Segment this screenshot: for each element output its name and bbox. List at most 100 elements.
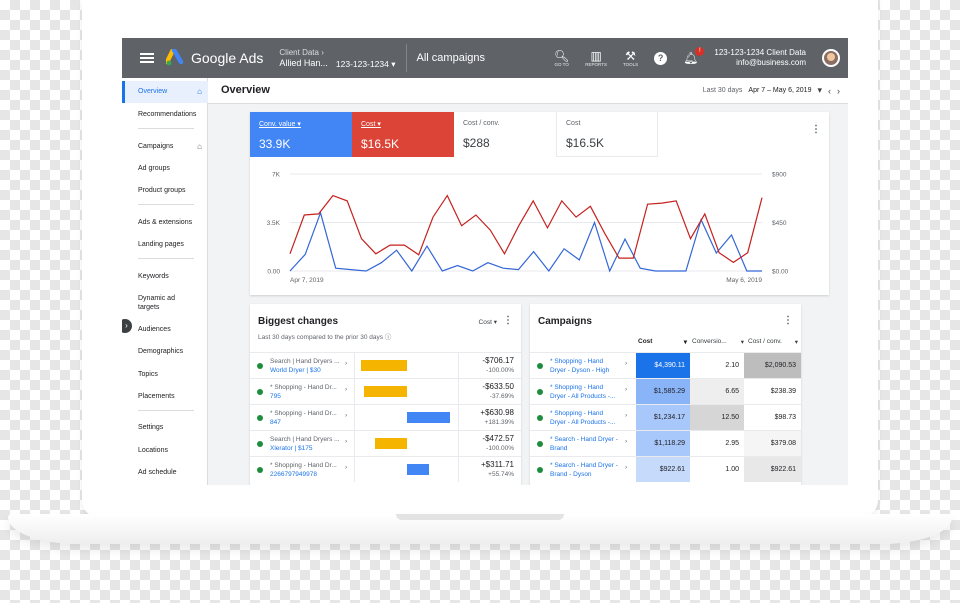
sidebar-item-ads-extensions[interactable]: Ads & extensions — [122, 218, 208, 227]
sidebar-item-label: Settings — [138, 424, 164, 431]
reports-button[interactable]: ▥ REPORTS — [585, 50, 607, 67]
campaign-name-link[interactable]: * Search - Hand Dryer - Brand - Dyson — [550, 461, 630, 479]
column-header-cost-per-conv[interactable]: Cost / conv. ▾ — [748, 338, 801, 352]
metric-card-cost-2[interactable]: Cost $16.5K — [556, 112, 658, 157]
campaign-name-line1: * Shopping - Hand — [550, 358, 604, 365]
date-range-value[interactable]: Apr 7 – May 6, 2019 — [748, 87, 811, 94]
sidebar-item-campaigns[interactable]: Campaigns ⌂ — [122, 142, 208, 151]
chevron-right-icon[interactable]: › — [625, 412, 627, 419]
row-name: * Shopping - Hand Dr... 2266797949978 — [270, 461, 350, 479]
campaign-name-link[interactable]: * Shopping - Hand Dryer - All Products -.… — [550, 409, 630, 427]
table-row[interactable]: * Shopping - Hand Dryer - Dyson - High › $4… — [530, 352, 801, 378]
chevron-right-icon[interactable]: › — [625, 386, 627, 393]
sidebar-item-locations[interactable]: Locations — [122, 446, 208, 455]
menu-icon[interactable] — [140, 53, 154, 63]
sidebar-item-overview[interactable]: Overview ⌂ — [122, 81, 208, 103]
sidebar-item-product-groups[interactable]: Product groups — [122, 186, 208, 195]
sidebar-item-label: Landing pages — [138, 241, 184, 248]
chevron-right-icon[interactable]: › — [345, 438, 347, 445]
biggest-changes-card: Biggest changes Last 30 days compared to… — [250, 304, 521, 485]
table-row[interactable]: * Shopping - Hand Dr... 2266797949978 › +$3… — [250, 456, 521, 482]
account-selector[interactable]: Client Data › Allied Han... 123-123-1234… — [279, 47, 395, 70]
row-name-link[interactable]: 847 — [270, 418, 350, 427]
sidebar: Overview ⌂ Recommendations Campaigns ⌂ Ad … — [122, 78, 208, 485]
user-info[interactable]: 123-123-1234 Client Data info@business.c… — [714, 48, 806, 68]
chevron-right-icon[interactable]: › — [625, 360, 627, 367]
dropdown-arrow-icon[interactable]: ▾ — [817, 85, 822, 96]
table-row[interactable]: * Shopping - Hand Dryer - All Products -.… — [530, 404, 801, 430]
change-percent: +55.74% — [488, 471, 514, 478]
change-percent: -37.69% — [489, 393, 514, 400]
help-icon[interactable]: ? — [654, 51, 668, 65]
row-name: Search | Hand Dryers ... Xlerator | $175 — [270, 435, 350, 453]
view-title[interactable]: All campaigns — [417, 52, 485, 64]
chevron-right-icon[interactable]: › — [345, 412, 347, 419]
sidebar-item-demographics[interactable]: Demographics — [122, 347, 208, 356]
table-row[interactable]: * Shopping - Hand Dr... 847 › +$630.98 +181.… — [250, 404, 521, 430]
sidebar-item-settings[interactable]: Settings — [122, 423, 208, 432]
chevron-right-icon[interactable]: › — [625, 438, 627, 445]
more-options-icon[interactable]: ⋮ — [811, 124, 821, 135]
dropdown-arrow-icon: ▾ — [740, 339, 744, 346]
sidebar-item-dynamic-ad-targets[interactable]: Dynamic ad targets — [122, 294, 192, 312]
y-right-tick-label: $450 — [772, 220, 787, 227]
table-row[interactable]: Search | Hand Dryers ... World Dryer | $3… — [250, 352, 521, 378]
sidebar-item-landing-pages[interactable]: Landing pages — [122, 240, 208, 249]
table-row[interactable]: * Shopping - Hand Dr... 795 › -$633.50 -37.6… — [250, 378, 521, 404]
more-options-icon[interactable]: ⋮ — [503, 315, 513, 326]
table-row[interactable]: * Search - Hand Dryer - Brand › $1,118.29 2.… — [530, 430, 801, 456]
column-header-conversions[interactable]: Conversio... ▾ — [692, 338, 746, 352]
metric-card-cost[interactable]: Cost ▾ $16.5K — [352, 112, 454, 157]
tools-button[interactable]: ⚒ TOOLS — [623, 50, 638, 67]
chevron-right-icon[interactable]: › — [345, 360, 347, 367]
campaign-name-link[interactable]: * Search - Hand Dryer - Brand — [550, 435, 630, 453]
table-row[interactable]: * Shopping - Hand Dryer - All Products -.… — [530, 378, 801, 404]
change-amount: +$630.98 — [480, 408, 514, 417]
row-name-link[interactable]: World Dryer | $30 — [270, 366, 350, 375]
notifications-button[interactable]: 🔔︎ ! — [683, 47, 705, 65]
google-ads-logo[interactable]: Google Ads — [166, 49, 263, 67]
y-left-tick-label: 0.00 — [267, 269, 280, 276]
avatar[interactable] — [822, 49, 840, 67]
row-name-link[interactable]: 2266797949978 — [270, 470, 350, 479]
sort-select[interactable]: Cost ▾ — [479, 318, 497, 326]
sidebar-item-audiences[interactable]: Audiences — [122, 325, 208, 334]
chevron-right-icon[interactable]: › — [345, 386, 347, 393]
metric-card-cost-per-conv[interactable]: Cost / conv. $288 — [454, 112, 556, 157]
table-row[interactable]: Search | Hand Dryers ... Xlerator | $175 ›… — [250, 430, 521, 456]
brand-name: Google Ads — [191, 50, 264, 66]
sidebar-item-placements[interactable]: Placements — [122, 392, 208, 401]
column-header-cost[interactable]: Cost ▾ — [638, 338, 692, 352]
cost-per-conv-cell: $98.73 — [744, 405, 801, 430]
conversions-cell: 1.00 — [690, 457, 744, 482]
campaign-name-link[interactable]: * Shopping - Hand Dryer - All Products -.… — [550, 383, 630, 401]
chevron-right-icon[interactable]: › — [837, 86, 840, 96]
sidebar-item-ad-groups[interactable]: Ad groups — [122, 164, 208, 173]
metric-card-conv-value[interactable]: Conv. value ▾ 33.9K — [250, 112, 352, 157]
goto-button[interactable]: 🔍︎ GO TO — [554, 50, 569, 67]
chevron-right-icon[interactable]: › — [625, 464, 627, 471]
top-bar: Google Ads Client Data › Allied Han... 1… — [122, 38, 848, 78]
chevron-right-icon[interactable]: › — [345, 464, 347, 471]
help-circle-icon[interactable]: ⓘ — [385, 334, 392, 341]
row-name-line1: Search | Hand Dryers ... — [270, 436, 340, 443]
change-value: +$630.98 +181.39% — [480, 408, 514, 428]
sidebar-item-ad-schedule[interactable]: Ad schedule — [122, 468, 208, 477]
sidebar-item-label: Locations — [138, 447, 168, 454]
more-options-icon[interactable]: ⋮ — [783, 315, 793, 326]
campaign-name-link[interactable]: * Shopping - Hand Dryer - Dyson - High — [550, 357, 630, 375]
row-name-link[interactable]: Xlerator | $175 — [270, 444, 350, 453]
row-name-link[interactable]: 795 — [270, 392, 350, 401]
change-bar-zone — [354, 457, 459, 482]
change-bar — [407, 412, 451, 423]
sidebar-divider — [138, 410, 194, 411]
sidebar-item-recommendations[interactable]: Recommendations — [122, 110, 208, 119]
chevron-left-icon[interactable]: ‹ — [828, 86, 831, 96]
table-row[interactable]: * Search - Hand Dryer - Brand - Dyson › $92… — [530, 456, 801, 482]
divider — [405, 44, 407, 72]
conversions-cell: 2.10 — [690, 353, 744, 378]
sidebar-item-topics[interactable]: Topics — [122, 370, 208, 379]
sidebar-item-keywords[interactable]: Keywords — [122, 272, 208, 281]
change-percent: +181.39% — [484, 419, 514, 426]
status-dot — [537, 389, 543, 395]
